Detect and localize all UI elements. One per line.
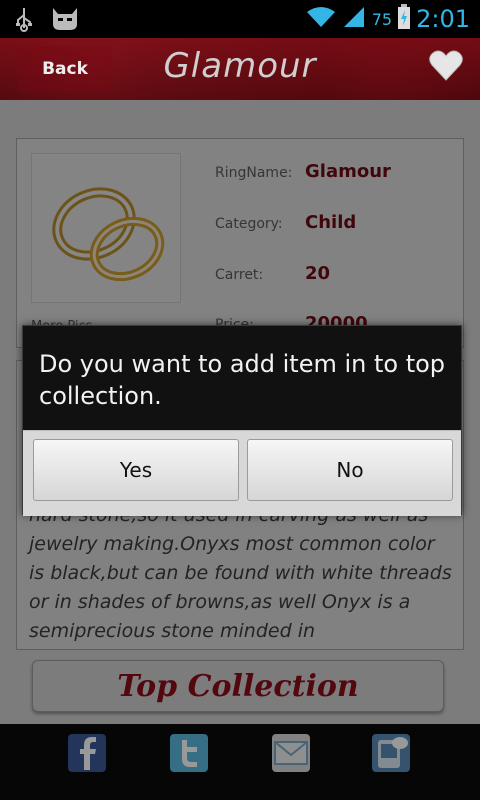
battery-percent: 75	[371, 9, 393, 29]
cyanogen-icon	[50, 6, 80, 36]
dialog-message: Do you want to add item in to top collec…	[39, 350, 446, 410]
app-header: Back Glamour	[0, 38, 480, 100]
heart-icon[interactable]	[428, 48, 464, 84]
status-time: 2:01	[416, 5, 470, 33]
usb-icon	[14, 6, 34, 36]
signal-icon	[342, 5, 366, 33]
yes-button[interactable]: Yes	[33, 439, 239, 501]
confirm-dialog: Do you want to add item in to top collec…	[22, 325, 462, 516]
battery-icon	[398, 4, 411, 34]
status-bar: 75 2:01	[0, 0, 480, 38]
dialog-button-bar: Yes No	[23, 430, 461, 516]
page-title: Glamour	[163, 46, 317, 86]
no-button[interactable]: No	[247, 439, 453, 501]
wifi-icon	[306, 5, 336, 33]
